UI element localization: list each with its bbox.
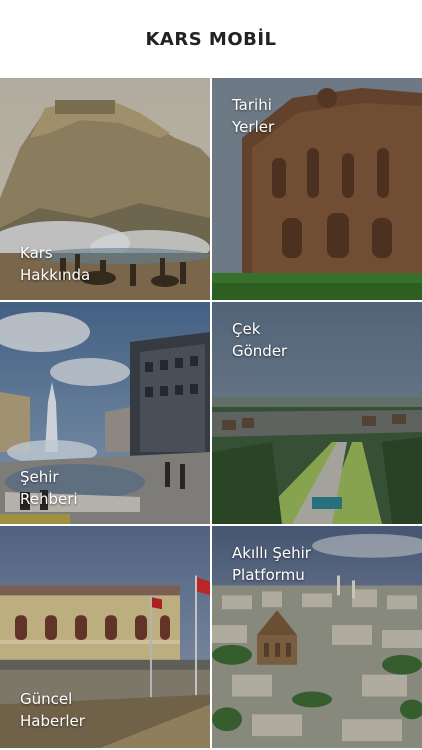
tile-label-line1: Şehir: [20, 468, 59, 486]
tile-sehir-rehberi[interactable]: Şehir Rehberi: [0, 302, 210, 524]
tile-guncel-haberler[interactable]: Güncel Haberler: [0, 526, 210, 748]
tile-label-line2: Gönder: [232, 342, 288, 360]
tile-label-line2: Haberler: [20, 712, 85, 730]
tile-label: Çek Gönder: [232, 318, 287, 362]
page-title: KARS MOBİL: [145, 28, 277, 50]
tile-label-line1: Güncel: [20, 690, 73, 708]
tile-label: Kars Hakkında: [20, 242, 90, 286]
menu-grid: Kars Hakkında Tarihi Yerler Şehir Rehber…: [0, 78, 422, 750]
tile-label: Şehir Rehberi: [20, 466, 78, 510]
app-header: KARS MOBİL: [0, 0, 422, 78]
app-screen: KARS MOBİL Kars Hakkında Tarihi Yerler Ş…: [0, 0, 422, 750]
tile-label: Akıllı Şehir Platformu: [232, 542, 311, 586]
tile-label-line2: Yerler: [232, 118, 275, 136]
tile-label-line1: Akıllı Şehir: [232, 544, 311, 562]
tile-tarihi-yerler[interactable]: Tarihi Yerler: [212, 78, 422, 300]
tile-label-line1: Tarihi: [232, 96, 272, 114]
tile-label-line1: Kars: [20, 244, 53, 262]
tile-label: Tarihi Yerler: [232, 94, 274, 138]
tile-label-line2: Platformu: [232, 566, 305, 584]
tile-cek-gonder[interactable]: Çek Gönder: [212, 302, 422, 524]
tile-akilli-sehir-platformu[interactable]: Akıllı Şehir Platformu: [212, 526, 422, 748]
tile-label-line2: Rehberi: [20, 490, 78, 508]
tile-label-line1: Çek: [232, 320, 261, 338]
tile-kars-hakkinda[interactable]: Kars Hakkında: [0, 78, 210, 300]
tile-label-line2: Hakkında: [20, 266, 91, 284]
tile-label: Güncel Haberler: [20, 688, 85, 732]
